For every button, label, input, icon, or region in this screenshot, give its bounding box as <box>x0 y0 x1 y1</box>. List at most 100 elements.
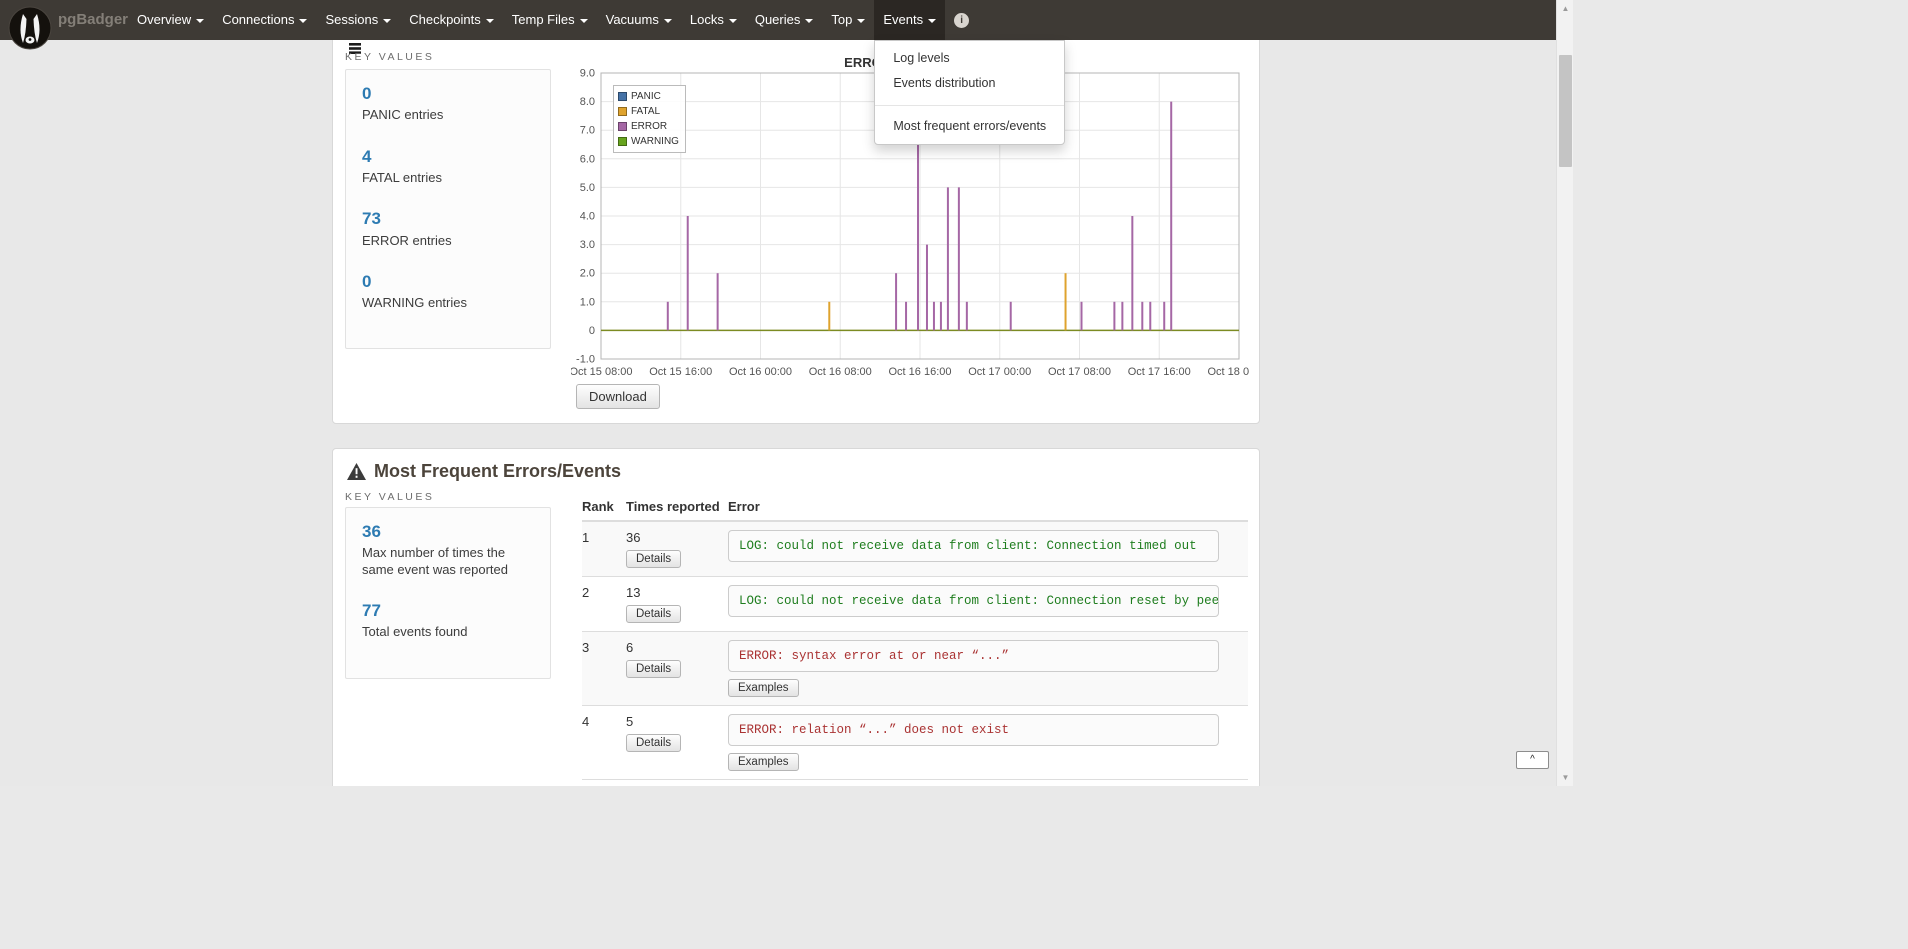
key-values-heading: KEY VALUES <box>345 51 434 63</box>
examples-button[interactable]: Examples <box>728 753 799 771</box>
error-entries-value: 73 <box>362 209 534 229</box>
nav-item-sessions[interactable]: Sessions <box>316 0 400 40</box>
stat-item: 4 FATAL entries <box>362 147 534 187</box>
nav-item-top[interactable]: Top <box>822 0 874 40</box>
total-events-value: 77 <box>362 601 534 621</box>
times-cell: 6 Details <box>626 632 728 706</box>
panic-swatch-icon <box>618 92 627 101</box>
details-button[interactable]: Details <box>626 605 681 623</box>
svg-text:Oct 17 00:00: Oct 17 00:00 <box>968 366 1031 378</box>
max-event-count-value: 36 <box>362 522 534 542</box>
warning-swatch-icon <box>618 137 627 146</box>
nav-item-connections[interactable]: Connections <box>213 0 316 40</box>
page-content: KEY VALUES 0 PANIC entries 4 FATAL entri… <box>332 0 1260 786</box>
fatal-swatch-icon <box>618 107 627 116</box>
nav-item-temp-files[interactable]: Temp Files <box>503 0 597 40</box>
legend-label: ERROR <box>631 121 667 132</box>
legend-item-warning: WARNING <box>618 134 679 149</box>
svg-text:Oct 16 00:00: Oct 16 00:00 <box>729 366 792 378</box>
svg-text:7.0: 7.0 <box>580 125 595 137</box>
top-navbar: pgBadger Overview Connections Sessions C… <box>0 0 1556 40</box>
times-reported-value: 6 <box>626 640 728 655</box>
fatal-entries-value: 4 <box>362 147 534 167</box>
legend-item-error: ERROR <box>618 119 679 134</box>
rank-cell: 1 <box>582 521 626 577</box>
total-events-label: Total events found <box>362 624 534 640</box>
nav-item-label: Sessions <box>325 12 378 27</box>
most-frequent-errors-panel: Most Frequent Errors/Events KEY VALUES 3… <box>332 448 1260 786</box>
nav-item-label: Events <box>883 12 923 27</box>
svg-text:Oct 15 08:00: Oct 15 08:00 <box>571 366 633 378</box>
legend-label: PANIC <box>631 91 661 102</box>
pgbadger-badger-logo-icon[interactable] <box>8 6 52 50</box>
panel-title-row: Most Frequent Errors/Events <box>347 461 621 482</box>
svg-text:0: 0 <box>589 325 595 337</box>
error-entries-label: ERROR entries <box>362 233 534 249</box>
svg-text:6.0: 6.0 <box>580 153 595 165</box>
page-title: Most Frequent Errors/Events <box>374 461 621 482</box>
times-cell: 13 Details <box>626 577 728 632</box>
scrollbar-thumb[interactable] <box>1559 55 1572 167</box>
nav-item-label: Locks <box>690 12 724 27</box>
max-event-count-label: Max number of times the same event was r… <box>362 545 534 578</box>
caret-down-icon <box>729 19 737 23</box>
key-values-box: 36 Max number of times the same event wa… <box>345 507 551 679</box>
times-cell: 36 Details <box>626 521 728 577</box>
svg-text:5.0: 5.0 <box>580 182 595 194</box>
nav-item-overview[interactable]: Overview <box>128 0 213 40</box>
examples-button[interactable]: Examples <box>728 679 799 697</box>
info-button[interactable]: i <box>945 0 978 40</box>
nav-item-label: Queries <box>755 12 801 27</box>
nav-item-label: Overview <box>137 12 191 27</box>
download-button[interactable]: Download <box>576 384 660 409</box>
legend-label: WARNING <box>631 136 679 147</box>
details-button[interactable]: Details <box>626 734 681 752</box>
nav-item-vacuums[interactable]: Vacuums <box>597 0 681 40</box>
column-header-error: Error <box>728 499 1248 521</box>
details-button[interactable]: Details <box>626 550 681 568</box>
scroll-up-arrow-icon[interactable]: ▲ <box>1557 0 1573 17</box>
column-header-times-reported: Times reported <box>626 499 728 521</box>
caret-down-icon <box>383 19 391 23</box>
details-button[interactable]: Details <box>626 660 681 678</box>
error-message: ERROR: relation “...” does not exist <box>728 714 1219 746</box>
scroll-down-arrow-icon[interactable]: ▼ <box>1557 769 1573 786</box>
nav-item-events[interactable]: Events <box>874 0 945 40</box>
info-icon: i <box>954 13 969 28</box>
menu-item-events-distribution[interactable]: Events distribution <box>875 71 1064 96</box>
error-message: ERROR: syntax error at or near “...” <box>728 640 1219 672</box>
nav-item-label: Vacuums <box>606 12 659 27</box>
table-row: 1 36 Details LOG: could not receive data… <box>582 521 1248 577</box>
nav-item-checkpoints[interactable]: Checkpoints <box>400 0 503 40</box>
table-header-row: Rank Times reported Error <box>582 499 1248 521</box>
times-reported-value: 36 <box>626 530 728 545</box>
errors-table: Rank Times reported Error 1 36 Details L… <box>582 499 1248 780</box>
menu-item-most-frequent-errors[interactable]: Most frequent errors/events <box>875 114 1064 139</box>
caret-down-icon <box>196 19 204 23</box>
scroll-to-top-button[interactable]: ^ <box>1516 751 1549 769</box>
error-swatch-icon <box>618 122 627 131</box>
caret-down-icon <box>486 19 494 23</box>
error-cell: LOG: could not receive data from client:… <box>728 577 1248 632</box>
chart-legend: PANIC FATAL ERROR WARNING <box>613 85 686 153</box>
menu-item-log-levels[interactable]: Log levels <box>875 46 1064 71</box>
svg-text:4.0: 4.0 <box>580 211 595 223</box>
menu-divider <box>875 105 1064 106</box>
rank-cell: 2 <box>582 577 626 632</box>
warning-entries-label: WARNING entries <box>362 295 534 311</box>
svg-text:Oct 16 16:00: Oct 16 16:00 <box>889 366 952 378</box>
caret-down-icon <box>664 19 672 23</box>
error-cell: LOG: could not receive data from client:… <box>728 521 1248 577</box>
nav-item-queries[interactable]: Queries <box>746 0 823 40</box>
svg-text:8.0: 8.0 <box>580 96 595 108</box>
stat-item: 77 Total events found <box>362 601 534 641</box>
caret-down-icon <box>299 19 307 23</box>
stat-item: 0 WARNING entries <box>362 272 534 312</box>
legend-label: FATAL <box>631 106 660 117</box>
error-message: LOG: could not receive data from client:… <box>728 530 1219 562</box>
stat-item: 36 Max number of times the same event wa… <box>362 522 534 578</box>
column-header-rank: Rank <box>582 499 626 521</box>
log-levels-panel: KEY VALUES 0 PANIC entries 4 FATAL entri… <box>332 0 1260 424</box>
vertical-scrollbar[interactable]: ▲ ▼ <box>1556 0 1573 786</box>
nav-item-locks[interactable]: Locks <box>681 0 746 40</box>
